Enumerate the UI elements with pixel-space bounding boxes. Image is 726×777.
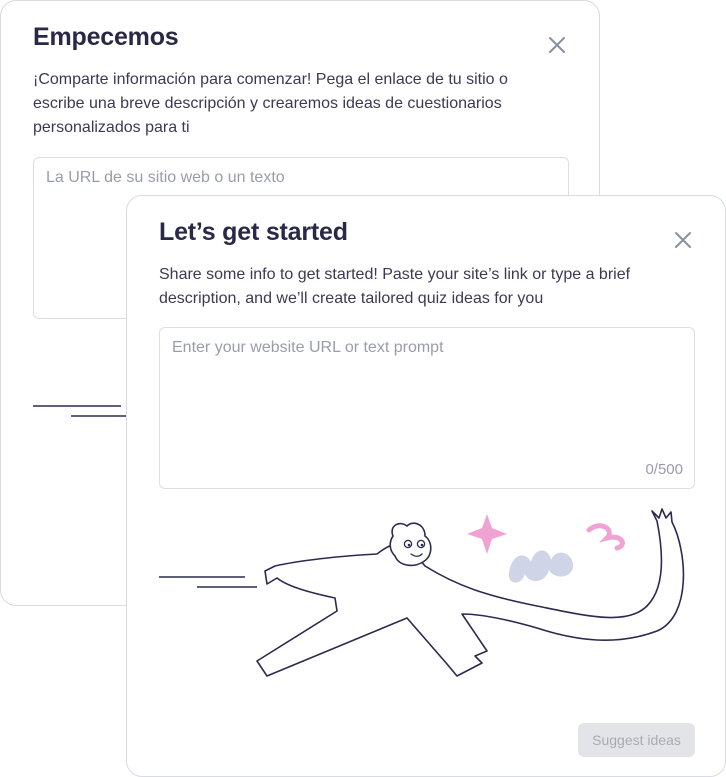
close-icon[interactable] [547, 35, 567, 55]
dialog-description: Share some info to get started! Paste yo… [159, 266, 631, 307]
dialog-title: Empecemos [33, 23, 179, 51]
speed-lines-illustration [33, 405, 133, 417]
close-icon[interactable] [673, 230, 693, 250]
suggest-ideas-button[interactable]: Suggest ideas [578, 723, 695, 757]
running-figure-illustration [159, 508, 685, 677]
dialog-description: ¡Comparte información para comenzar! Peg… [33, 71, 508, 136]
get-started-dialog: Let’s get started Share some info to get… [126, 195, 726, 777]
character-counter: 0/500 [645, 461, 683, 478]
dialog-title: Let’s get started [159, 218, 348, 246]
